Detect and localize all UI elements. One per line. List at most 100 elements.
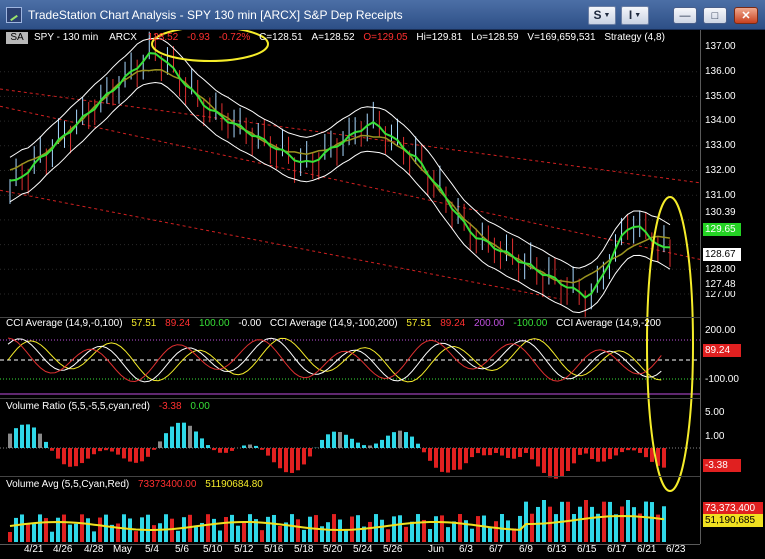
volume-ratio-bar-positive [8, 433, 12, 448]
volume-ratio-bar-negative [464, 448, 468, 464]
volume-ratio-legend: Volume Ratio (5,5,-5,5,cyan,red) -3.38 0… [6, 401, 210, 412]
volume-bar [146, 514, 150, 542]
volume-ratio-bar-negative [68, 448, 72, 467]
volume-ratio-bar-negative [266, 448, 270, 456]
cci-value: 200.00 [474, 318, 505, 329]
legend-last: 128.52 [147, 32, 179, 43]
volume-ratio-bar-negative [212, 448, 216, 451]
symbol-box[interactable]: SA [6, 32, 28, 44]
price-tag-band-upper: 130.39 [703, 206, 741, 219]
volume-bar [590, 506, 594, 542]
volume-avg-legend: Volume Avg (5,5,Cyan,Red) 73373400.00 51… [6, 479, 263, 490]
volume-bar [164, 514, 168, 542]
i-label: I [628, 8, 633, 22]
legend-ask: A=128.52 [311, 32, 355, 43]
price-tick: 135.00 [705, 91, 736, 102]
minimize-button[interactable]: — [673, 7, 697, 24]
volume-ratio-bar-negative [230, 448, 234, 451]
time-tick: 5/16 [264, 544, 284, 555]
time-tick: 5/26 [383, 544, 403, 555]
cci-value: 57.51 [406, 318, 432, 329]
volume-ratio-bar-negative [662, 448, 666, 468]
volume-ratio-bar-positive [200, 438, 204, 448]
volume-ratio-bar-negative [92, 448, 96, 455]
volume-ratio-bar-negative [596, 448, 600, 462]
volume-ratio-bar-negative [428, 448, 432, 461]
volume-ratio-bar-positive [332, 431, 336, 448]
volume-ratio-bar-negative [566, 448, 570, 472]
volume-ratio-bar-negative [224, 448, 228, 453]
time-tick: 5/10 [203, 544, 223, 555]
volume-ratio-bar-positive [206, 445, 210, 448]
volume-bar [68, 524, 72, 542]
volume-bar [116, 523, 120, 542]
volume-ratio-bar-negative [614, 448, 618, 456]
tradestation-app-icon [6, 7, 22, 23]
volume-bar [392, 516, 396, 542]
volume-bar [620, 506, 624, 542]
time-tick: 6/17 [607, 544, 627, 555]
time-tick: 5/12 [234, 544, 254, 555]
maximize-button[interactable]: □ [703, 7, 727, 24]
price-legend: SPY - 130 min ARCX 128.52 -0.93 -0.72% C… [34, 32, 665, 43]
volume-ratio-bar-negative [572, 448, 576, 464]
volume-ratio-bar-negative [272, 448, 276, 463]
window-title: TradeStation Chart Analysis - SPY 130 mi… [28, 8, 403, 22]
fast-moving-average [9, 52, 671, 299]
volume-bar [50, 531, 54, 542]
legend-low: Lo=128.59 [471, 32, 519, 43]
volume-ratio-bar-positive [350, 438, 354, 448]
volume-ratio-bar-positive [398, 430, 402, 448]
volume-bar [386, 529, 390, 542]
symbol-link-i-button[interactable]: I ▼ [621, 6, 649, 25]
price-tick: 132.00 [705, 165, 736, 176]
volume-bar [182, 517, 186, 542]
title-bar: TradeStation Chart Analysis - SPY 130 mi… [0, 0, 765, 30]
cci-value: 89.24 [440, 318, 466, 329]
volume-bar [530, 513, 534, 542]
volume-bar [266, 516, 270, 542]
volume-bar [584, 500, 588, 542]
volume-bar [170, 518, 174, 542]
volume-ratio-bar-positive [404, 432, 408, 448]
volume-bar [554, 514, 558, 542]
time-tick: 5/4 [145, 544, 159, 555]
maximize-icon: □ [711, 10, 719, 22]
volume-bar [98, 517, 102, 542]
volume-bar [14, 517, 18, 542]
price-tick: 133.00 [705, 140, 736, 151]
volume-ratio-bar-negative [638, 448, 642, 453]
volume-average-line [9, 514, 665, 532]
volume-ratio-bar-negative [518, 448, 522, 457]
volume-bar [290, 514, 294, 542]
volume-ratio-bar-negative [260, 448, 264, 450]
chart-plot[interactable] [0, 30, 700, 544]
volume-bar [416, 514, 420, 542]
volume-bar [128, 518, 132, 542]
time-tick: 5/18 [294, 544, 314, 555]
volume-ratio-bar-positive [344, 434, 348, 448]
volume-bar [410, 521, 414, 542]
volume-bar [458, 514, 462, 542]
volume-ratio-bar-negative [278, 448, 282, 469]
va-value: 51190684.80 [205, 479, 263, 490]
time-tick: Jun [428, 544, 445, 555]
chart-area[interactable]: SA SPY - 130 min ARCX 128.52 -0.93 -0.72… [0, 30, 765, 559]
volume-ratio-bar-negative [494, 448, 498, 453]
volume-ratio-bar-positive [248, 444, 252, 448]
volume-ratio-bar-positive [164, 433, 168, 448]
volume-ratio-bar-positive [170, 426, 174, 448]
volume-ratio-bar-negative [134, 448, 138, 463]
volume-ratio-bar-positive [254, 445, 258, 448]
legend-close: C=128.51 [259, 32, 303, 43]
volume-ratio-bar-negative [620, 448, 624, 453]
cci-value: -0.00 [238, 318, 262, 329]
symbol-link-s-button[interactable]: S ▼ [588, 6, 616, 25]
price-tick: 136.00 [705, 66, 736, 77]
close-button[interactable]: ✕ [734, 7, 758, 24]
cci-value: -100.00 [513, 318, 548, 329]
volume-ratio-bar-negative [56, 448, 60, 459]
volume-bar [632, 507, 636, 542]
time-tick: 6/9 [519, 544, 533, 555]
channel-line-middle [0, 105, 700, 260]
